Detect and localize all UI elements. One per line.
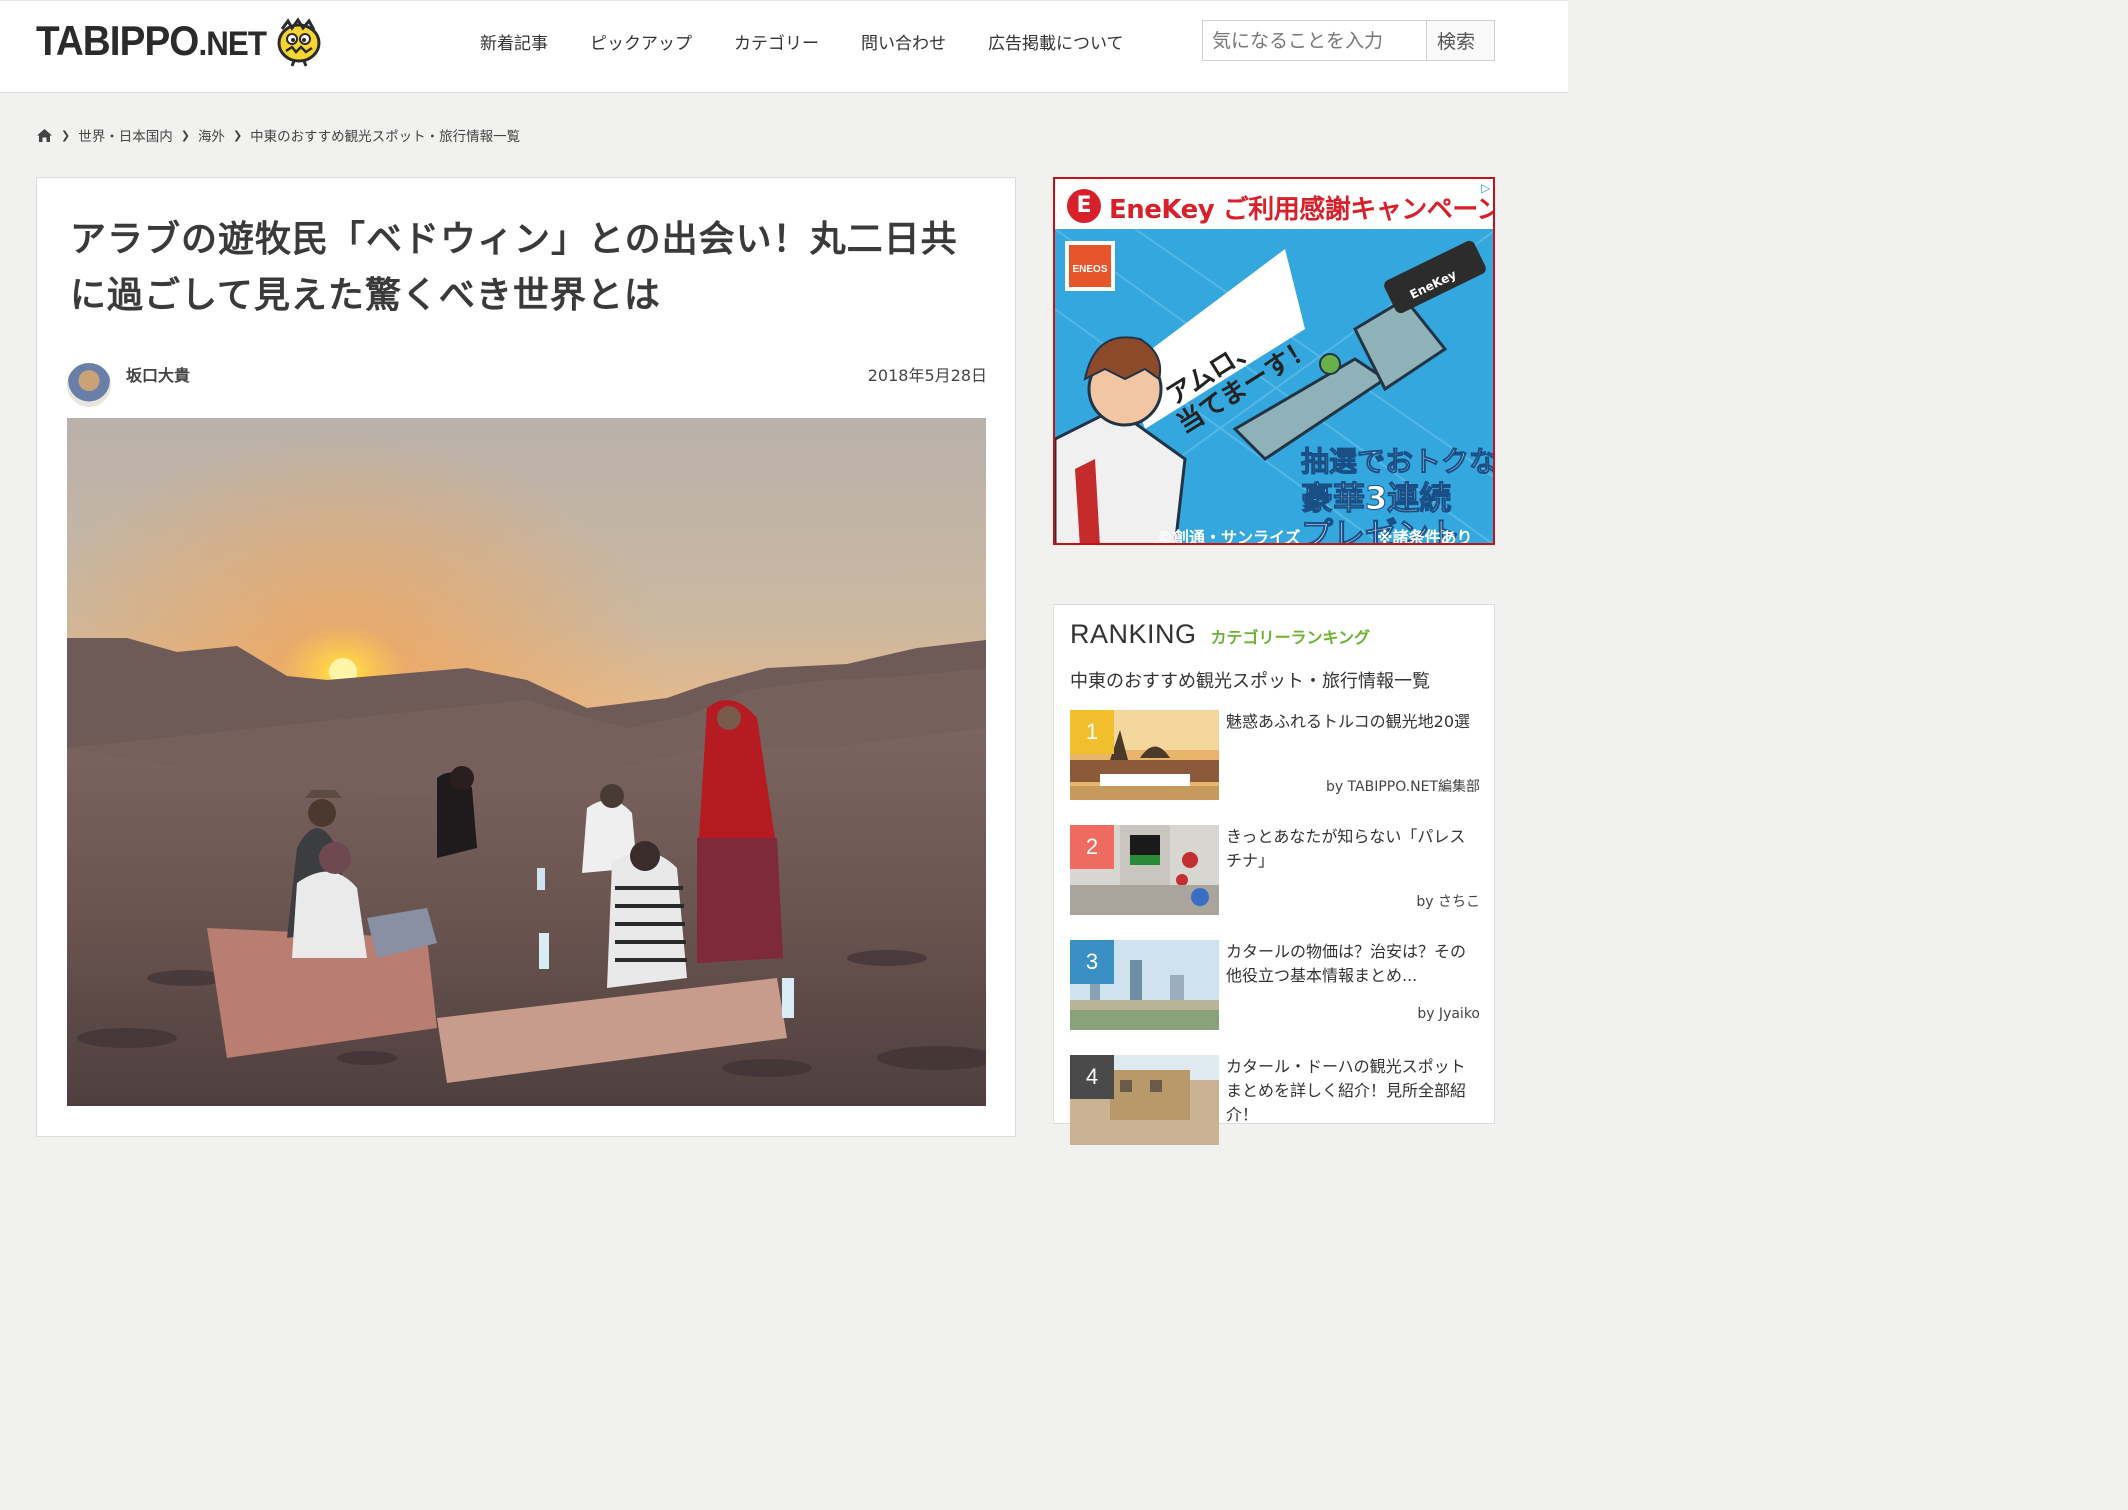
nav-new-articles[interactable]: 新着記事 [480, 29, 548, 55]
eneos-logo: ENEOS [1072, 264, 1107, 275]
publish-date: 2018年5月28日 [867, 366, 987, 385]
ranking-thumbnail[interactable]: 4 [1070, 1055, 1219, 1145]
nav-contact[interactable]: 問い合わせ [861, 29, 946, 55]
logo-text: TABIPPO.NET [36, 17, 267, 64]
search-button[interactable]: 検索 [1426, 21, 1494, 60]
breadcrumb-world[interactable]: 世界・日本国内 [78, 125, 173, 145]
search-box: 検索 [1202, 20, 1495, 61]
ranking-item[interactable]: 2 きっとあなたが知らない「パレスチナ」 by さちこ [1070, 825, 1480, 917]
ranking-widget: RANKING カテゴリーランキング 中東のおすすめ観光スポット・旅行情報一覧 … [1053, 604, 1495, 1145]
ranking-item[interactable]: 3 カタールの物価は？治安は？その他役立つ基本情報まとめ... by Jyaik… [1070, 940, 1480, 1032]
mascot-icon [277, 17, 321, 67]
author-name[interactable]: 坂口大貴 [126, 362, 190, 386]
ranking-thumbnail[interactable]: 2 [1070, 825, 1219, 915]
search-input[interactable] [1203, 21, 1426, 60]
ad-illustration: ENEOS アムロ、 当てまーす！ EneKey 抽選でおトクな 豪華3連続 プ… [1055, 228, 1495, 545]
ranking-item-title[interactable]: カタール・ドーハの観光スポットまとめを詳しく紹介！見所全部紹介！ [1226, 1055, 1476, 1127]
ranking-item-author: by Jyaiko [1417, 1006, 1480, 1022]
ranking-item-title[interactable]: 魅惑あふれるトルコの観光地20選 [1226, 710, 1476, 734]
chevron-right-icon: ❯ [61, 128, 71, 142]
rank-badge: 1 [1070, 710, 1114, 754]
article-title: アラブの遊牧民「ベドウィン」との出会い！丸二日共に過ごして見えた驚くべき世界とは [70, 219, 958, 316]
ranking-item-author: by さちこ [1416, 894, 1480, 910]
ranking-header: RANKING カテゴリーランキング [1070, 619, 1370, 650]
svg-text:©創通・サンライズ: ©創通・サンライズ [1157, 528, 1301, 545]
svg-text:※諸条件あり: ※諸条件あり [1377, 528, 1473, 545]
rank-badge: 4 [1070, 1055, 1114, 1099]
ranking-category-label: カテゴリーランキング [1210, 628, 1371, 647]
ranking-item-author: by TABIPPO.NET編集部 [1325, 779, 1480, 795]
breadcrumb: ❯ 世界・日本国内 ❯ 海外 ❯ 中東のおすすめ観光スポット・旅行情報一覧 [36, 124, 520, 146]
chevron-right-icon: ❯ [232, 128, 243, 142]
ranking-item-title[interactable]: きっとあなたが知らない「パレスチナ」 [1226, 825, 1476, 873]
nav-pickup[interactable]: ピックアップ [590, 29, 692, 55]
rank-badge: 3 [1070, 940, 1114, 984]
breadcrumb-middle-east[interactable]: 中東のおすすめ観光スポット・旅行情報一覧 [250, 125, 520, 145]
site-logo[interactable]: TABIPPO.NET [36, 15, 324, 67]
ad-choices-icon[interactable]: ▷ [1481, 181, 1493, 195]
chevron-right-icon: ❯ [180, 128, 190, 142]
nav-category[interactable]: カテゴリー [734, 29, 819, 55]
nav-advertising[interactable]: 広告掲載について [988, 29, 1124, 55]
breadcrumb-overseas[interactable]: 海外 [198, 125, 225, 145]
svg-text:豪華3連続: 豪華3連続 [1301, 479, 1451, 517]
ranking-title: RANKING [1070, 619, 1197, 649]
ad-header: E EneKey ご利用感謝キャンペーン ▷ [1055, 179, 1495, 229]
main-nav: 新着記事 ピックアップ カテゴリー 問い合わせ 広告掲載について [480, 29, 1166, 55]
author-avatar[interactable] [67, 363, 111, 407]
ranking-thumbnail[interactable]: 3 [1070, 940, 1219, 1030]
ranking-subtitle: 中東のおすすめ観光スポット・旅行情報一覧 [1070, 671, 1430, 692]
site-header: TABIPPO.NET 新着記事 ピックアップ カテゴリー 問い合わせ 広告掲載… [0, 0, 1568, 93]
home-icon[interactable] [36, 128, 53, 143]
article-hero-image [67, 418, 986, 1106]
enekey-logo-icon: E [1067, 189, 1101, 223]
article-card: アラブの遊牧民「ベドウィン」との出会い！丸二日共に過ごして見えた驚くべき世界とは… [36, 177, 1016, 1137]
ranking-item[interactable]: 1 魅惑あふれるトルコの観光地20選 by TABIPPO.NET編集部 [1070, 710, 1480, 802]
svg-text:抽選でおトクな: 抽選でおトクな [1301, 445, 1495, 478]
ranking-item[interactable]: 4 カタール・ドーハの観光スポットまとめを詳しく紹介！見所全部紹介！ [1070, 1055, 1480, 1147]
rank-badge: 2 [1070, 825, 1114, 869]
ranking-thumbnail[interactable]: 1 [1070, 710, 1219, 800]
ad-headline: EneKey ご利用感謝キャンペーン [1109, 195, 1495, 225]
sidebar-ad[interactable]: E EneKey ご利用感謝キャンペーン ▷ ENEOS アムロ、 当てまーす！… [1053, 177, 1495, 545]
ranking-item-title[interactable]: カタールの物価は？治安は？その他役立つ基本情報まとめ... [1226, 940, 1476, 988]
